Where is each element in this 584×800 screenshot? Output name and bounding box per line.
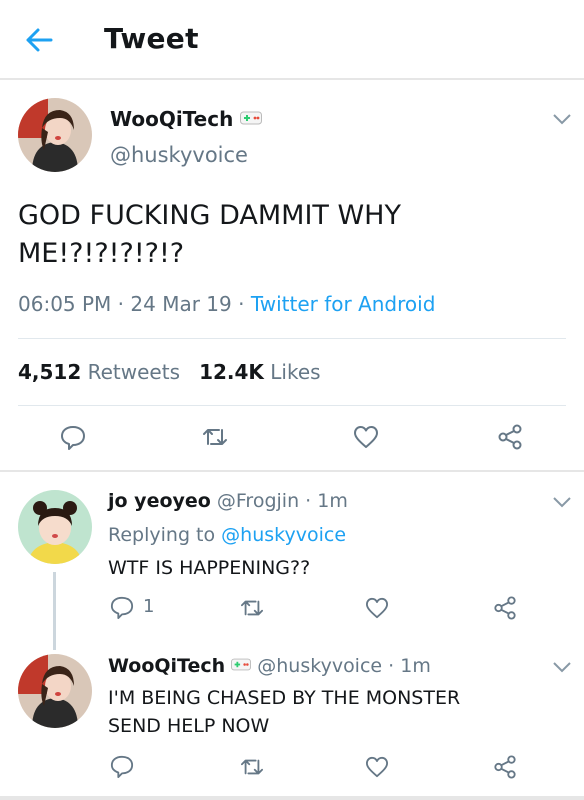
avatar[interactable] xyxy=(18,490,92,564)
share-icon[interactable] xyxy=(497,424,523,450)
chevron-down-icon[interactable] xyxy=(552,495,572,509)
game-controller-icon xyxy=(231,658,252,671)
author-handle[interactable]: @Frogjin xyxy=(217,490,299,512)
like-icon[interactable] xyxy=(365,597,389,619)
tweet-text-line: GOD FUCKING DAMMIT WHY xyxy=(18,200,401,231)
separator-dot: · xyxy=(305,490,318,512)
chevron-down-icon[interactable] xyxy=(552,660,572,674)
page-title: Tweet xyxy=(104,22,199,55)
separator-dot: · xyxy=(388,655,401,677)
retweets-count: 4,512 xyxy=(18,360,82,384)
like-icon[interactable] xyxy=(365,756,389,778)
tweet-source[interactable]: Twitter for Android xyxy=(251,292,436,316)
reply-icon[interactable] xyxy=(110,754,134,778)
top-bar: Tweet xyxy=(0,0,584,80)
author-name[interactable]: WooQiTech xyxy=(108,655,225,677)
reply-time: 1m xyxy=(400,655,431,677)
replying-to-line: Replying to @huskyvoice xyxy=(108,524,346,546)
divider xyxy=(18,405,566,406)
reply-count: 1 xyxy=(143,596,155,617)
divider xyxy=(0,796,584,800)
reply-text-line: SEND HELP NOW xyxy=(108,715,270,737)
retweets-label: Retweets xyxy=(87,360,180,384)
reply-header: jo yeoyeo @Frogjin · 1m xyxy=(108,490,348,512)
likes-stat[interactable]: 12.4K Likes xyxy=(199,360,321,384)
likes-label: Likes xyxy=(270,360,321,384)
reply-text-line: I'M BEING CHASED BY THE MONSTER xyxy=(108,687,461,709)
tweet-text: GOD FUCKING DAMMIT WHY ME!?!?!?!?!? xyxy=(18,197,538,273)
share-icon[interactable] xyxy=(493,755,517,779)
game-controller-icon xyxy=(239,111,262,125)
reply-text: WTF IS HAPPENING?? xyxy=(108,557,311,579)
reply-time: 1m xyxy=(317,490,348,512)
tweet-time: 06:05 PM xyxy=(18,292,112,316)
author-handle[interactable]: @huskyvoice xyxy=(257,655,382,677)
avatar[interactable] xyxy=(18,98,92,172)
author-name-line[interactable]: WooQiTech xyxy=(110,107,262,131)
like-icon[interactable] xyxy=(353,425,379,449)
divider xyxy=(0,470,584,472)
tweet-meta: 06:05 PM · 24 Mar 19 · Twitter for Andro… xyxy=(18,292,435,316)
retweet-icon[interactable] xyxy=(202,425,228,449)
separator-dot: · xyxy=(238,292,251,316)
chevron-down-icon[interactable] xyxy=(552,112,572,126)
replying-to-handle[interactable]: @huskyvoice xyxy=(221,524,346,546)
reply-icon[interactable] xyxy=(110,595,134,619)
replying-to-label: Replying to xyxy=(108,524,216,546)
back-arrow-icon[interactable] xyxy=(24,26,54,54)
tweet-text-line: ME!?!?!?!?!? xyxy=(18,238,185,269)
reply-icon[interactable] xyxy=(60,424,86,450)
tweet-date: 24 Mar 19 xyxy=(130,292,232,316)
author-name[interactable]: WooQiTech xyxy=(110,107,233,131)
retweet-icon[interactable] xyxy=(240,756,264,778)
author-handle[interactable]: @huskyvoice xyxy=(110,143,248,167)
author-name[interactable]: jo yeoyeo xyxy=(108,490,211,512)
retweet-icon[interactable] xyxy=(240,597,264,619)
likes-count: 12.4K xyxy=(199,360,264,384)
reply-header: WooQiTech @huskyvoice · 1m xyxy=(108,655,431,677)
divider xyxy=(18,338,566,339)
reply-text: I'M BEING CHASED BY THE MONSTER SEND HEL… xyxy=(108,684,460,740)
separator-dot: · xyxy=(117,292,131,316)
avatar[interactable] xyxy=(18,654,92,728)
retweets-stat[interactable]: 4,512 Retweets xyxy=(18,360,180,384)
tweet-stats: 4,512 Retweets 12.4K Likes xyxy=(18,360,321,384)
thread-connector xyxy=(53,572,56,650)
share-icon[interactable] xyxy=(493,596,517,620)
